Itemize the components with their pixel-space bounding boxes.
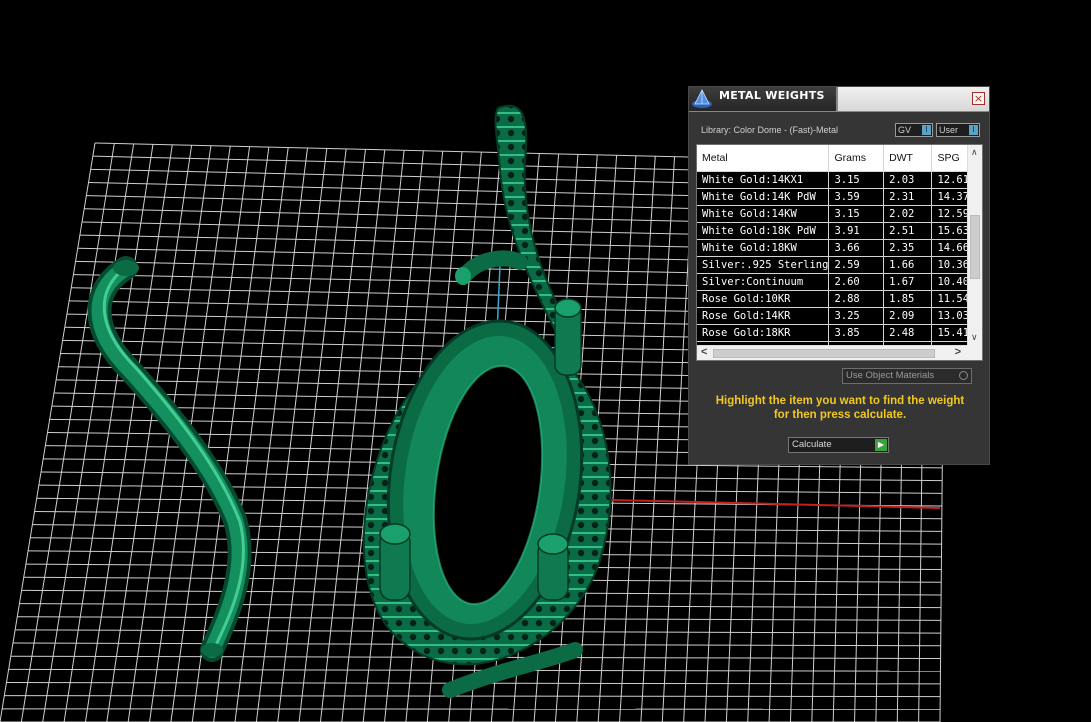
cell-dwt: 1.85	[883, 290, 933, 308]
instruction-line-2: for then press calculate.	[773, 408, 907, 421]
scroll-left-icon[interactable]: <	[701, 346, 707, 358]
use-object-materials-option[interactable]: Use Object Materials	[842, 368, 972, 384]
column-header-grams[interactable]: Grams	[828, 145, 885, 172]
cell-grams: 3.59	[828, 188, 885, 206]
cell-dwt: 2.09	[883, 307, 933, 325]
cell-grams: 3.15	[828, 171, 885, 189]
cell-dwt: 2.35	[883, 239, 933, 257]
cell-metal: Silver:Continuum	[697, 273, 830, 291]
cell-metal: White Gold:14KX1	[697, 171, 830, 189]
metal-weights-panel: METAL WEIGHTS × Library: Color Dome - (F…	[688, 86, 990, 465]
cell-grams: 2.88	[828, 290, 885, 308]
cell-metal: White Gold:14KW	[697, 205, 830, 223]
library-label: Library: Color Dome - (Fast)-Metal	[701, 125, 839, 135]
cell-grams: 3.85	[828, 324, 885, 342]
table-row[interactable]: White Gold:14K PdW 3.59 2.31 14.37	[697, 188, 982, 206]
table-row[interactable]: White Gold:14KW 3.15 2.02 12.59	[697, 205, 982, 223]
cell-metal: Rose Gold:14KR	[697, 307, 830, 325]
cell-dwt: 2.02	[883, 205, 933, 223]
horizontal-scrollbar[interactable]: < >	[697, 345, 967, 360]
app-logo-icon	[692, 89, 712, 108]
cell-metal: White Gold:18KW	[697, 239, 830, 257]
table-row[interactable]: Silver:Continuum 2.60 1.67 10.40	[697, 273, 982, 291]
scroll-down-icon[interactable]: ∨	[971, 332, 978, 343]
cell-dwt: 2.31	[883, 188, 933, 206]
gv-toggle-button[interactable]: GV I	[895, 123, 933, 137]
scroll-corner	[967, 345, 982, 360]
cell-grams: 3.66	[828, 239, 885, 257]
table-row[interactable]: Rose Gold:18KR 3.85 2.48 15.41	[697, 324, 982, 342]
cell-dwt: 2.51	[883, 222, 933, 240]
cell-metal: White Gold:18K PdW	[697, 222, 830, 240]
radio-icon[interactable]	[959, 371, 968, 380]
close-button[interactable]: ×	[972, 92, 985, 105]
cell-grams: 3.91	[828, 222, 885, 240]
panel-title: METAL WEIGHTS	[719, 89, 825, 102]
curved-tube-model[interactable]	[87, 256, 252, 662]
cell-metal: Rose Gold:10KR	[697, 290, 830, 308]
table-row[interactable]: White Gold:14KX1 3.15 2.03 12.61	[697, 171, 982, 189]
calculate-label: Calculate	[792, 439, 832, 450]
column-header-metal[interactable]: Metal	[697, 145, 830, 172]
instruction-line-1: Highlight the item you want to find the …	[715, 395, 965, 407]
play-arrow-icon: ▶	[875, 439, 887, 451]
gv-label: GV	[898, 125, 912, 135]
info-icon: I	[922, 125, 931, 135]
use-object-materials-label: Use Object Materials	[846, 370, 935, 381]
scroll-up-icon[interactable]: ∧	[971, 147, 978, 158]
cell-grams: 3.25	[828, 307, 885, 325]
table-row[interactable]: White Gold:18K PdW 3.91 2.51 15.63	[697, 222, 982, 240]
cell-metal: Rose Gold:18KR	[697, 324, 830, 342]
cell-grams: 2.59	[828, 256, 885, 274]
column-header-dwt[interactable]: DWT	[883, 145, 933, 172]
info-icon: I	[969, 125, 978, 135]
cell-dwt: 2.48	[883, 324, 933, 342]
user-label: User	[939, 125, 959, 135]
cell-dwt: 2.03	[883, 171, 933, 189]
panel-title-tab: METAL WEIGHTS	[689, 87, 838, 111]
vertical-scroll-thumb[interactable]	[970, 215, 980, 279]
calculate-button[interactable]: Calculate ▶	[788, 437, 889, 453]
panel-titlebar[interactable]: METAL WEIGHTS ×	[689, 87, 989, 112]
horizontal-scroll-thumb[interactable]	[713, 349, 935, 358]
cell-grams: 3.15	[828, 205, 885, 223]
table-row[interactable]: Rose Gold:14KR 3.25 2.09 13.03	[697, 307, 982, 325]
vertical-scrollbar[interactable]: ∧ ∨	[967, 145, 982, 345]
instruction-text: Highlight the item you want to find the …	[701, 395, 979, 422]
cell-metal: Silver:.925 Sterling	[697, 256, 830, 274]
user-toggle-button[interactable]: User I	[936, 123, 980, 137]
table-header-row: Metal Grams DWT SPG	[697, 145, 982, 172]
close-icon: ×	[973, 92, 984, 105]
metal-table: Metal Grams DWT SPG White Gold:14KX1 3.15…	[697, 145, 982, 359]
table-row[interactable]: Rose Gold:10KR 2.88 1.85 11.54	[697, 290, 982, 308]
table-row[interactable]: Silver:.925 Sterling 2.59 1.66 10.36	[697, 256, 982, 274]
cell-dwt: 1.66	[883, 256, 933, 274]
cell-grams: 2.60	[828, 273, 885, 291]
cell-metal: White Gold:14K PdW	[697, 188, 830, 206]
scroll-right-icon[interactable]: >	[955, 346, 961, 358]
metal-weights-table[interactable]: Metal Grams DWT SPG White Gold:14KX1 3.15…	[696, 144, 983, 361]
cell-dwt: 1.67	[883, 273, 933, 291]
table-row[interactable]: White Gold:18KW 3.66 2.35 14.66	[697, 239, 982, 257]
